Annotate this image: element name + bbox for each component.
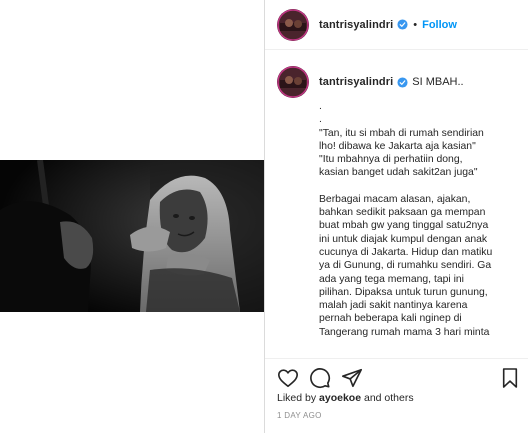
follow-button[interactable]: Follow xyxy=(422,19,457,31)
avatar-image xyxy=(277,8,309,41)
heart-icon[interactable] xyxy=(277,367,299,394)
caption-line: . xyxy=(319,101,322,112)
verified-badge-icon xyxy=(397,76,408,88)
post-author-username[interactable]: tantrisyalindri xyxy=(319,19,393,31)
caption-line: Berbagai macam alasan, ajakan, xyxy=(319,193,471,205)
caption-line: kasian banget udah sakit2an juga" xyxy=(319,167,478,179)
caption-line: ini untuk diajak kumpul dengan anak xyxy=(319,233,488,245)
caption-avatar[interactable] xyxy=(277,66,309,98)
caption-line: . xyxy=(319,114,322,126)
caption-text: . . "Tan, itu si mbah di rumah sendirian… xyxy=(319,100,519,339)
caption-avatar-image xyxy=(277,66,309,98)
caption-line: pilihan. Dipaksa untuk turun gunung, xyxy=(319,286,488,298)
bookmark-icon[interactable] xyxy=(501,367,519,394)
caption-line: "Tan, itu si mbah di rumah sendirian xyxy=(319,127,484,139)
caption-header: tantrisyalindri SI MBAH.. xyxy=(277,66,464,98)
caption-line: Tangerang rumah mama 3 hari minta xyxy=(319,326,490,338)
avatar[interactable] xyxy=(277,8,309,41)
caption-paragraph-gap xyxy=(319,180,519,193)
likes-suffix[interactable]: and others xyxy=(361,392,414,404)
likes-summary: Liked by ayoekoe and others xyxy=(277,392,414,404)
post-header: tantrisyalindri • Follow xyxy=(265,0,528,50)
verified-badge-icon xyxy=(397,19,408,30)
separator-dot: • xyxy=(413,18,418,31)
caption-line: buat mbah gw yang tinggal satu2nya xyxy=(319,220,489,232)
black-and-white-photo xyxy=(0,160,264,312)
caption-line: bahkan sedikit paksaan ga mempan xyxy=(319,207,486,219)
comment-icon[interactable] xyxy=(309,367,331,394)
post-media xyxy=(0,0,264,433)
post-photo[interactable] xyxy=(0,160,264,312)
caption-line: "Itu mbahnya di perhatiin dong, xyxy=(319,154,463,166)
caption-line: ya di Gunung, di rumahku sendiri. Ga xyxy=(319,260,492,272)
instagram-post: tantrisyalindri • Follow tantrisyalindri… xyxy=(0,0,528,433)
caption-line: ada yang tega memang, tapi ini xyxy=(319,273,464,285)
caption-line: malah jadi sakit nantinya karena xyxy=(319,300,468,312)
caption-line: pernah beberapa kali nginep di xyxy=(319,313,462,325)
caption-title: SI MBAH.. xyxy=(412,76,464,88)
caption-section: tantrisyalindri SI MBAH.. . . "Tan, itu … xyxy=(265,58,528,358)
caption-username[interactable]: tantrisyalindri xyxy=(319,76,393,88)
send-icon[interactable] xyxy=(341,367,363,394)
post-timestamp[interactable]: 1 DAY AGO xyxy=(277,411,322,420)
caption-line: cucunya di Jakarta. Hidup dan matiku xyxy=(319,246,493,258)
liked-by-user[interactable]: ayoekoe xyxy=(319,392,361,404)
likes-prefix: Liked by xyxy=(277,392,320,404)
caption-line: lho! dibawa ke Jakarta aja kasian" xyxy=(319,140,476,152)
post-sidebar: tantrisyalindri • Follow tantrisyalindri… xyxy=(264,0,528,433)
